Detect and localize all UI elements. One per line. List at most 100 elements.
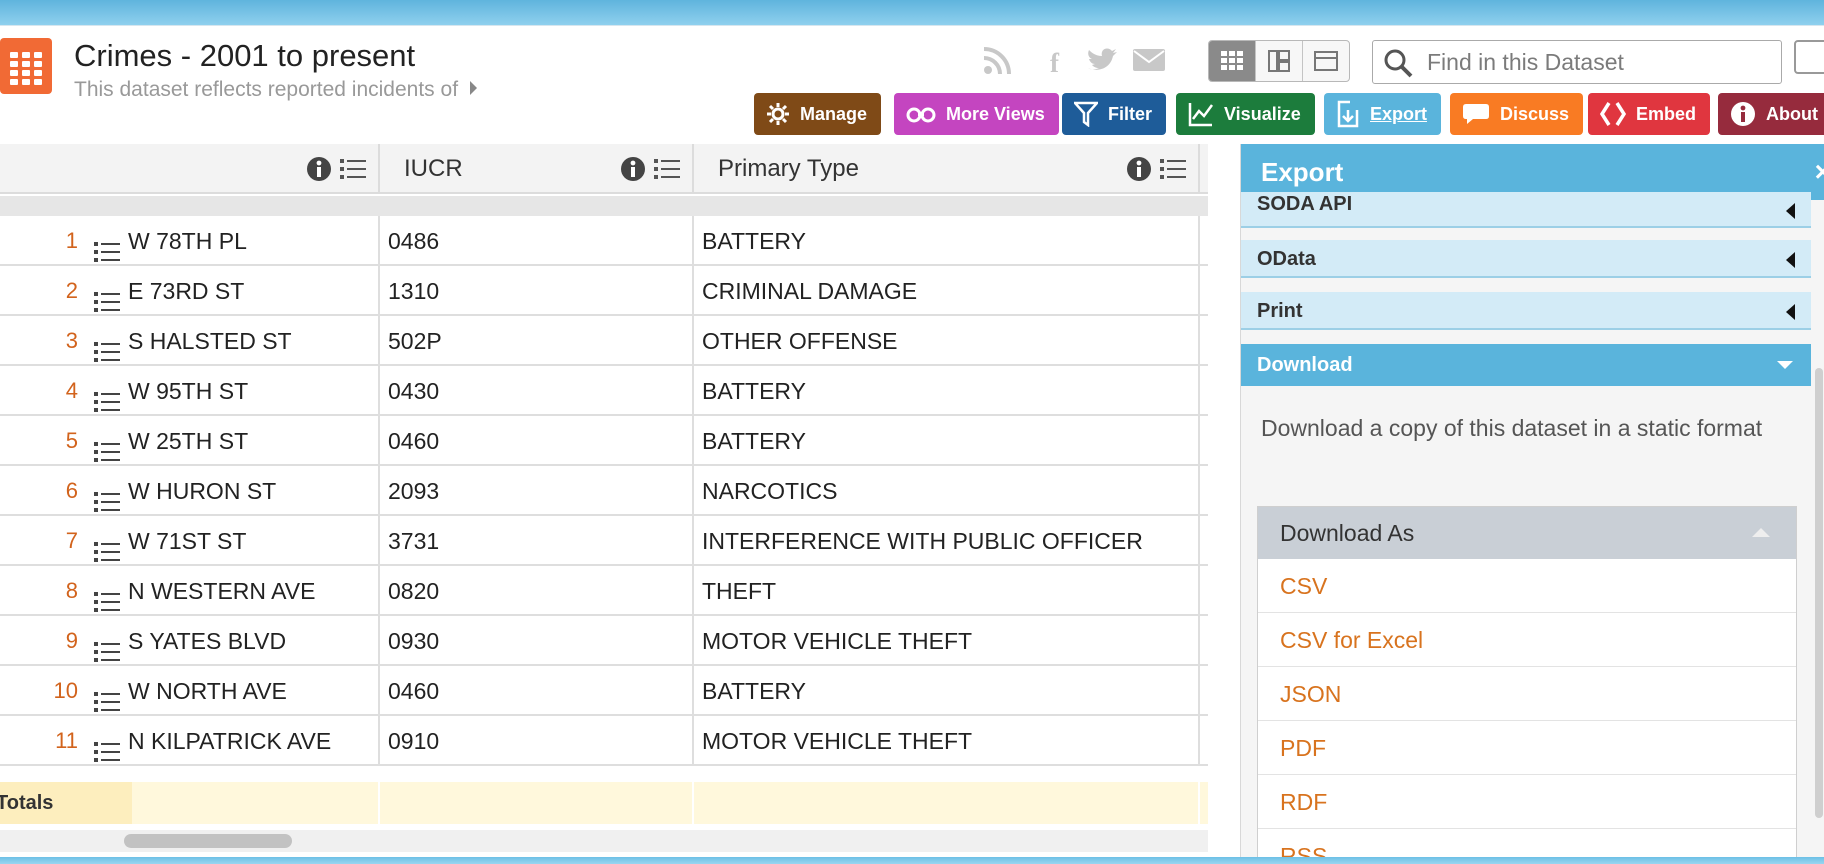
collapsed-arrow-icon <box>1786 304 1795 320</box>
table-row[interactable]: 5 W 25TH ST 0460 BATTERY <box>0 416 1208 466</box>
export-label: Export <box>1370 103 1428 124</box>
export-button[interactable]: Export <box>1324 93 1442 135</box>
rss-icon[interactable] <box>982 46 1012 80</box>
horizontal-scrollbar[interactable] <box>0 830 1208 852</box>
iucr-cell: 1310 <box>380 266 694 316</box>
discuss-button[interactable]: Discuss <box>1450 93 1584 135</box>
row-menu-icon[interactable] <box>94 730 120 766</box>
table-row[interactable]: 2 E 73RD ST 1310 CRIMINAL DAMAGE <box>0 266 1208 316</box>
block-value: W 78TH PL <box>128 228 247 254</box>
download-as-header[interactable]: Download As <box>1258 507 1796 559</box>
expand-caret-icon[interactable] <box>470 81 478 95</box>
block-value: W NORTH AVE <box>128 678 287 704</box>
dataset-description[interactable]: This dataset reflects reported incidents… <box>74 78 478 102</box>
download-rss-link[interactable]: RSS <box>1258 829 1796 857</box>
dataset-search-input[interactable] <box>1427 47 1767 77</box>
table-row[interactable]: 4 W 95TH ST 0430 BATTERY <box>0 366 1208 416</box>
row-number: 5 <box>65 428 78 453</box>
column-menu-icon[interactable] <box>1160 158 1186 180</box>
block-cell: 1 W 78TH PL <box>0 216 380 266</box>
column-info-icon[interactable] <box>1126 156 1152 182</box>
column-header-primary-type[interactable]: Primary Type <box>694 144 1200 194</box>
column-header-description[interactable]: D <box>1200 144 1208 194</box>
primary-type-cell: OTHER OFFENSE <box>694 316 1200 366</box>
vertical-scrollbar[interactable] <box>1815 368 1823 818</box>
section-label: Print <box>1257 300 1303 322</box>
download-pdf-link[interactable]: PDF <box>1258 721 1796 775</box>
row-menu-icon[interactable] <box>94 280 120 316</box>
search-icon <box>1383 48 1413 83</box>
block-cell: 9 S YATES BLVD <box>0 616 380 666</box>
section-download[interactable]: Download <box>1241 344 1811 386</box>
primary-type-cell: MOTOR VEHICLE THEFT <box>694 716 1200 766</box>
table-row[interactable]: 6 W HURON ST 2093 NARCOTICS <box>0 466 1208 516</box>
facebook-icon[interactable]: f <box>1050 46 1059 80</box>
filter-button[interactable]: Filter <box>1062 93 1167 135</box>
table-row[interactable]: 1 W 78TH PL 0486 BATTERY <box>0 216 1208 266</box>
about-button[interactable]: About <box>1718 93 1824 135</box>
download-csv-link[interactable]: CSV <box>1258 559 1796 613</box>
table-row[interactable]: 10 W NORTH AVE 0460 BATTERY <box>0 666 1208 716</box>
primary-type-cell: NARCOTICS <box>694 466 1200 516</box>
table-row[interactable]: 11 N KILPATRICK AVE 0910 MOTOR VEHICLE THEF… <box>0 716 1208 766</box>
row-menu-icon[interactable] <box>94 580 120 616</box>
grid-view-icon[interactable] <box>1209 41 1256 81</box>
row-menu-icon[interactable] <box>94 530 120 566</box>
twitter-icon[interactable] <box>1086 46 1118 80</box>
single-row-view-icon[interactable] <box>1303 41 1349 81</box>
download-as-label: Download As <box>1280 520 1415 546</box>
row-menu-icon[interactable] <box>94 630 120 666</box>
iucr-cell: 0460 <box>380 666 694 716</box>
iucr-cell: 0930 <box>380 616 694 666</box>
column-info-icon[interactable] <box>620 156 646 182</box>
embed-button[interactable]: Embed <box>1588 93 1711 135</box>
export-panel: Export × SODA API OData Print Download D… <box>1240 144 1824 857</box>
manage-button[interactable]: Manage <box>754 93 882 135</box>
iucr-cell: 0820 <box>380 566 694 616</box>
row-number: 7 <box>65 528 78 553</box>
iucr-cell: 0460 <box>380 416 694 466</box>
visualize-button[interactable]: Visualize <box>1176 93 1315 135</box>
column-header-block[interactable] <box>0 144 380 194</box>
column-menu-icon[interactable] <box>340 158 366 180</box>
primary-type-cell: BATTERY <box>694 216 1200 266</box>
table-row[interactable]: 8 N WESTERN AVE 0820 THEFT <box>0 566 1208 616</box>
window-icon[interactable] <box>1794 40 1824 74</box>
table-row[interactable]: 9 S YATES BLVD 0930 MOTOR VEHICLE THEFT <box>0 616 1208 666</box>
totals-label: Totals <box>0 782 132 824</box>
email-icon[interactable] <box>1132 46 1166 80</box>
browser-top-strip <box>0 0 1824 26</box>
dataset-table-icon <box>0 38 52 94</box>
download-csv-excel-link[interactable]: CSV for Excel <box>1258 613 1796 667</box>
close-icon[interactable]: × <box>1815 144 1824 200</box>
row-menu-icon[interactable] <box>94 430 120 466</box>
table-row[interactable]: 3 S HALSTED ST 502P OTHER OFFENSE <box>0 316 1208 366</box>
export-icon <box>1336 100 1360 128</box>
iucr-cell: 2093 <box>380 466 694 516</box>
more-views-button[interactable]: More Views <box>894 93 1059 135</box>
column-menu-icon[interactable] <box>654 158 680 180</box>
row-menu-icon[interactable] <box>94 380 120 416</box>
row-menu-icon[interactable] <box>94 330 120 366</box>
download-rdf-link[interactable]: RDF <box>1258 775 1796 829</box>
discuss-label: Discuss <box>1500 103 1570 124</box>
primary-type-cell: BATTERY <box>694 416 1200 466</box>
block-value: S HALSTED ST <box>128 328 292 354</box>
section-soda-api[interactable]: SODA API <box>1241 192 1811 228</box>
row-menu-icon[interactable] <box>94 480 120 516</box>
section-odata[interactable]: OData <box>1241 240 1811 278</box>
section-print[interactable]: Print <box>1241 292 1811 330</box>
column-info-icon[interactable] <box>306 156 332 182</box>
table-row[interactable]: 7 W 71ST ST 3731 INTERFERENCE WITH PUBLIC O… <box>0 516 1208 566</box>
iucr-cell: 0910 <box>380 716 694 766</box>
filter-label: Filter <box>1108 103 1153 124</box>
horizontal-scrollbar-thumb[interactable] <box>124 834 292 848</box>
row-menu-icon[interactable] <box>94 230 120 266</box>
section-label: SODA API <box>1257 193 1353 215</box>
download-as-list: Download As CSV CSV for Excel JSON PDF R… <box>1257 506 1797 857</box>
row-menu-icon[interactable] <box>94 680 120 716</box>
download-json-link[interactable]: JSON <box>1258 667 1796 721</box>
page-view-icon[interactable] <box>1256 41 1303 81</box>
column-header-iucr[interactable]: IUCR <box>380 144 694 194</box>
block-cell: 8 N WESTERN AVE <box>0 566 380 616</box>
